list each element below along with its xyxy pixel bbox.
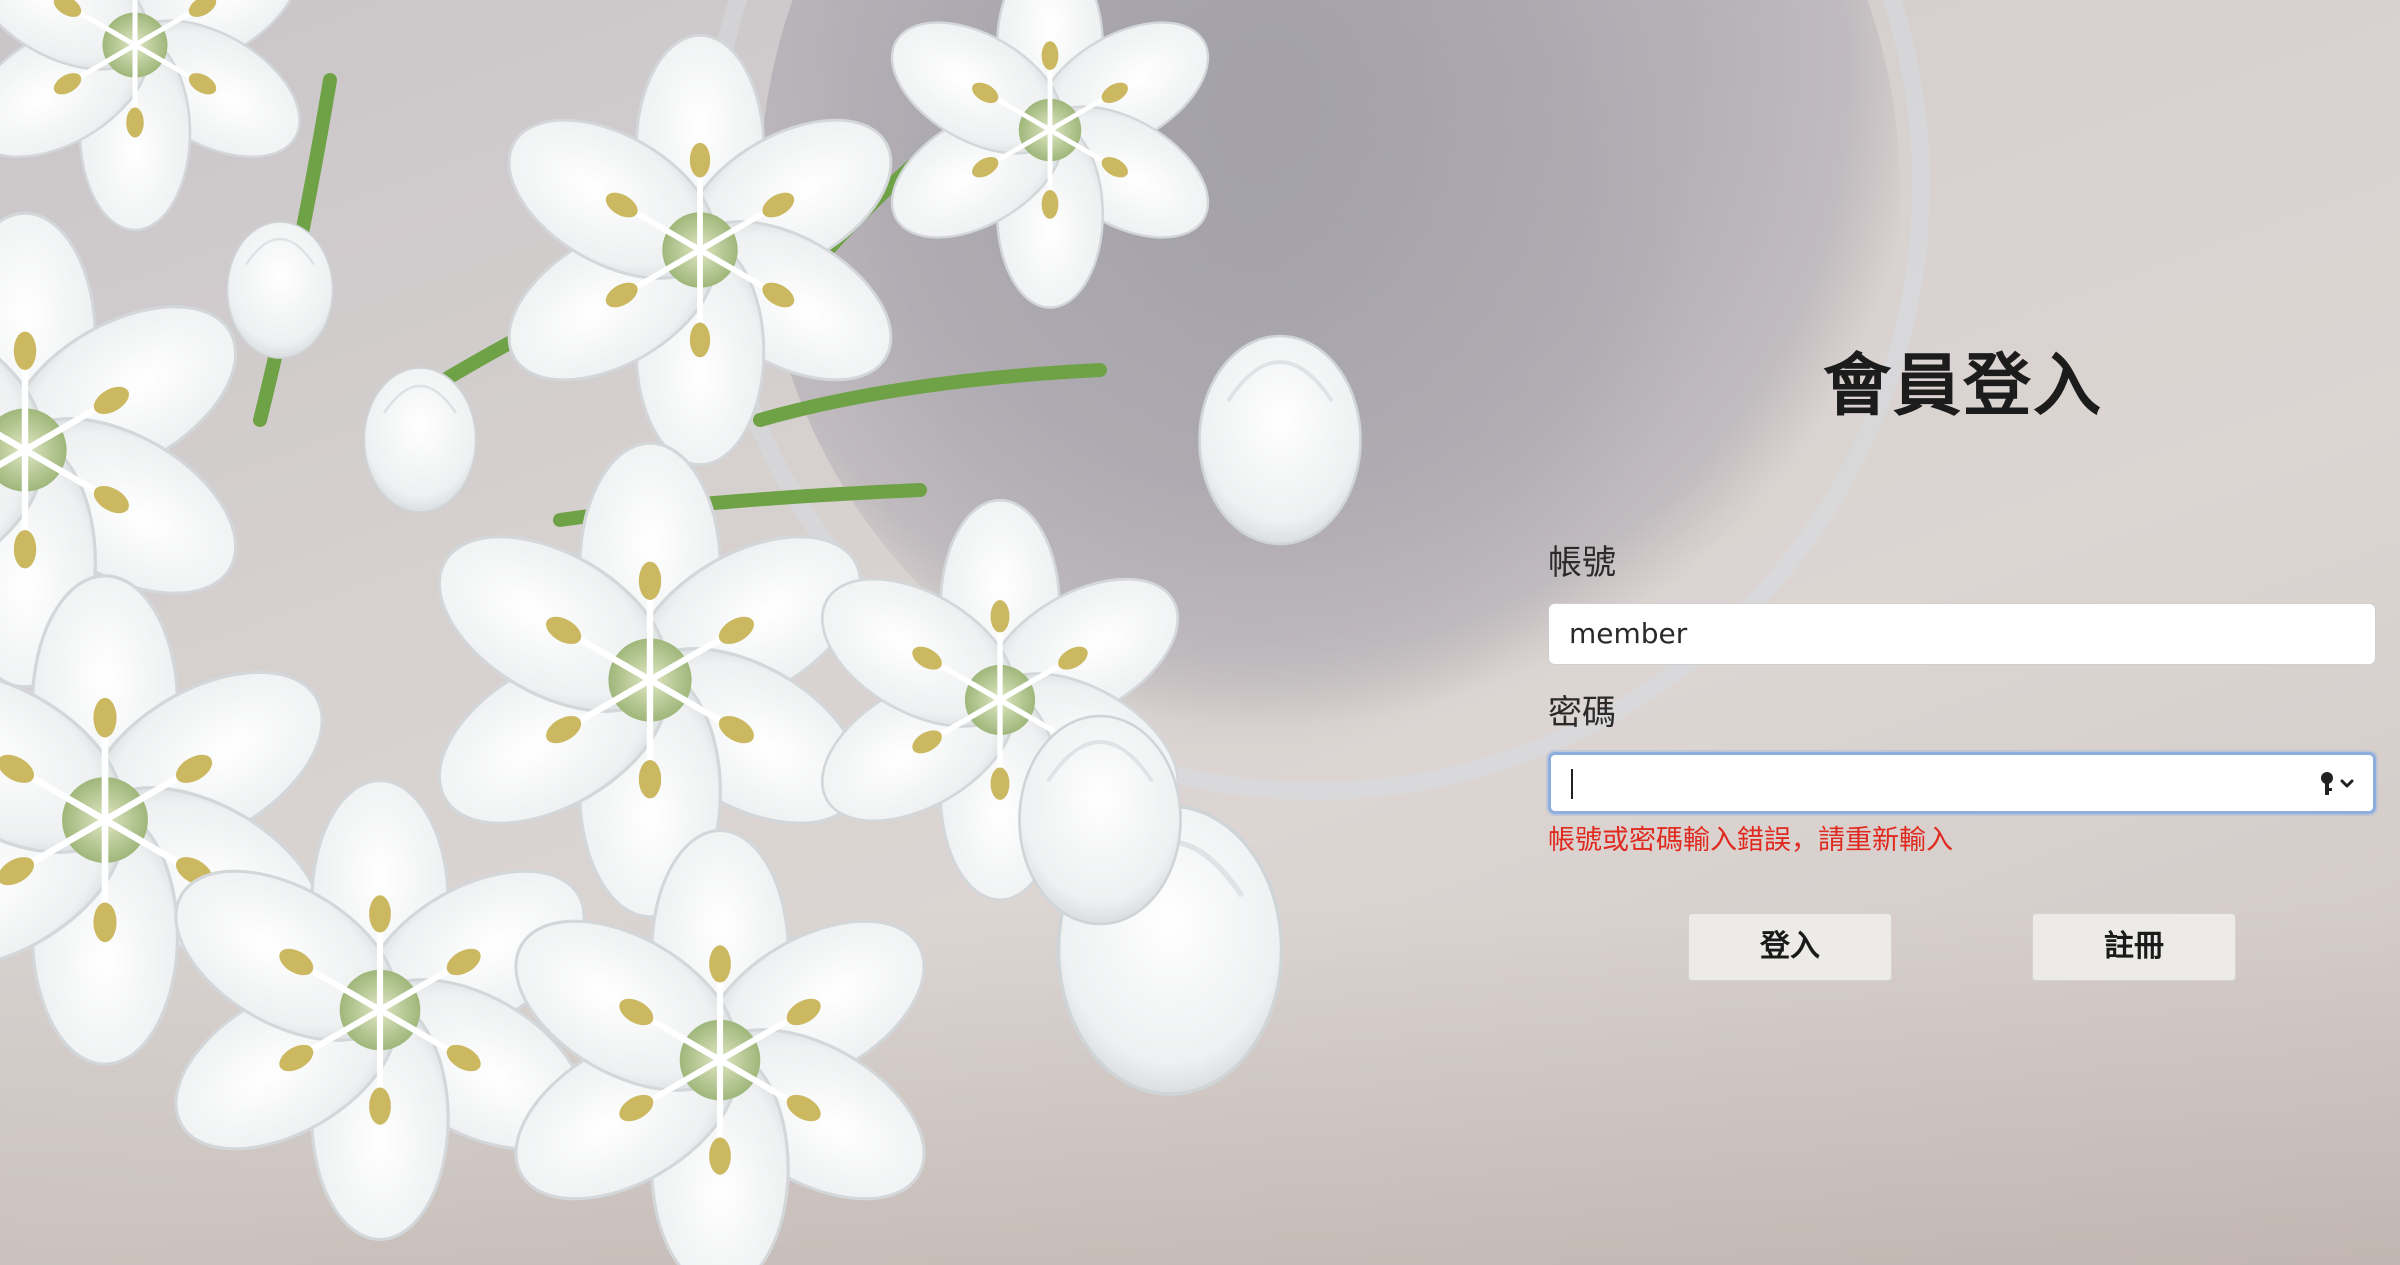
password-input[interactable] [1548,752,2376,814]
login-page: 會員登入 帳號 member 密碼 帳號或密碼輸入錯誤，請重新輸入 登入 註冊 [0,0,2400,1265]
account-input[interactable]: member [1548,603,2376,665]
login-form: 會員登入 帳號 member 密碼 帳號或密碼輸入錯誤，請重新輸入 登入 註冊 [1548,0,2378,1265]
text-cursor [1571,769,1573,799]
login-button[interactable]: 登入 [1688,913,1892,981]
error-message: 帳號或密碼輸入錯誤，請重新輸入 [1548,825,1953,856]
key-icon[interactable] [2315,767,2359,801]
register-button[interactable]: 註冊 [2032,913,2236,981]
password-label: 密碼 [1548,693,1616,733]
account-label: 帳號 [1548,543,1616,583]
flower-background-image [0,0,1363,1265]
page-title: 會員登入 [1822,347,2103,426]
